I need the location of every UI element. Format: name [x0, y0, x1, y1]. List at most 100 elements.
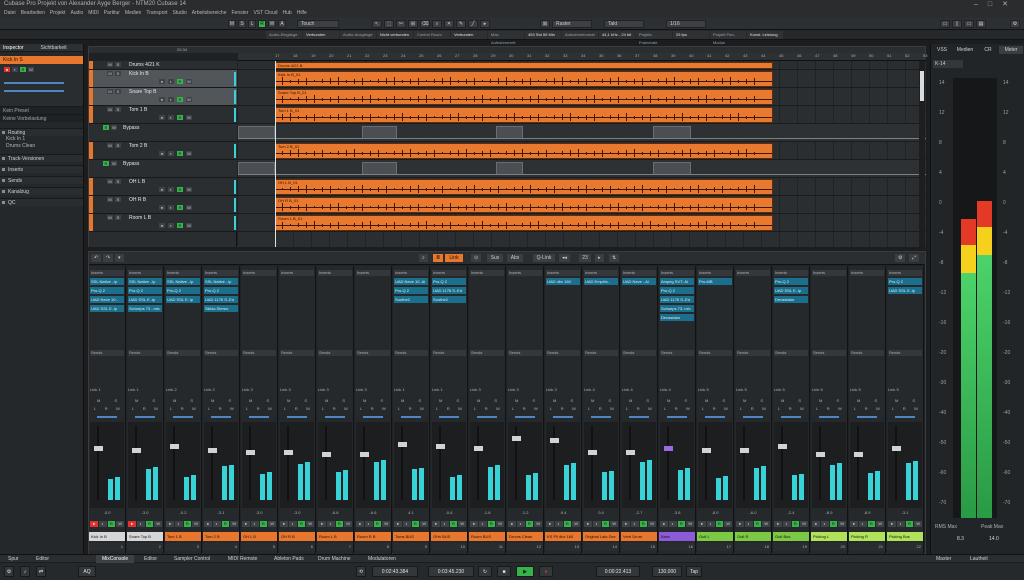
mute-button[interactable]: M — [401, 398, 404, 404]
menu-item[interactable]: Datei — [4, 9, 16, 18]
write-button[interactable]: W — [724, 406, 728, 412]
read-button[interactable]: R — [867, 521, 876, 527]
listen-button[interactable]: L — [132, 406, 134, 412]
channel-name[interactable]: Kick In B — [89, 532, 125, 541]
volume-value[interactable]: -0.2 — [166, 510, 200, 516]
channel-name[interactable]: Verb Drum — [621, 532, 657, 541]
read-button[interactable]: R — [257, 406, 260, 412]
insert-slot[interactable]: Pro-Q 2 — [394, 287, 428, 294]
solo-button[interactable]: S — [152, 398, 155, 404]
tab-editor-left[interactable]: Editor — [30, 555, 55, 563]
write-button[interactable]: W — [458, 521, 466, 527]
insert-slot[interactable]: UAD 1176 S..Ed — [432, 287, 466, 294]
write-button[interactable]: W — [686, 521, 694, 527]
inserts-header[interactable]: Inserts — [394, 270, 428, 276]
read-button[interactable]: R — [865, 406, 868, 412]
insert-slot[interactable]: Pro-Q 2 — [204, 287, 238, 294]
sends-header[interactable]: Sends — [660, 350, 694, 356]
inspector-track-name[interactable]: Kick In S — [0, 56, 83, 64]
read-button[interactable]: R — [677, 521, 686, 527]
volume-value[interactable]: 0.4 — [584, 510, 618, 516]
link-group[interactable]: Link 4 — [584, 387, 618, 393]
solo-button[interactable]: S — [115, 107, 121, 112]
write-button[interactable]: W — [111, 161, 117, 166]
inserts-header[interactable]: Inserts — [660, 270, 694, 276]
loop-icon[interactable]: ⟲ — [356, 566, 366, 577]
insert-slot[interactable]: UAD dbx 160 — [546, 278, 580, 285]
write-button[interactable]: W — [382, 521, 390, 527]
inserts-header[interactable]: Inserts — [166, 270, 200, 276]
read-button[interactable]: R — [675, 406, 678, 412]
write-button[interactable]: W — [762, 406, 766, 412]
inserts-header[interactable]: Inserts — [356, 270, 390, 276]
automation-mode-select[interactable]: Touch — [297, 20, 339, 28]
write-button[interactable]: W — [154, 406, 158, 412]
monitor-button[interactable]: ◐ — [630, 521, 639, 527]
listen-button[interactable]: L — [436, 406, 438, 412]
monitor-icon[interactable]: ◐ — [168, 151, 174, 156]
menu-item[interactable]: Bearbeiten — [21, 9, 45, 18]
pan-slider[interactable] — [135, 416, 155, 418]
track-header[interactable]: Drums 4/21 K MS — [89, 61, 237, 70]
volume-fader[interactable] — [474, 446, 483, 451]
solo-button[interactable]: S — [304, 398, 307, 404]
track-lane[interactable]: Drums 4/21 B — [238, 61, 926, 70]
volume-fader[interactable] — [398, 442, 407, 447]
channel-name[interactable]: Room BUS — [469, 532, 505, 541]
pan-slider[interactable] — [895, 416, 915, 418]
mute-button[interactable]: M — [107, 215, 113, 220]
mute-button[interactable]: M — [173, 398, 176, 404]
read-button[interactable]: R — [827, 406, 830, 412]
read-button[interactable]: R — [177, 151, 183, 156]
write-button[interactable]: W — [186, 205, 192, 210]
solo-button[interactable]: S — [646, 398, 649, 404]
vertical-scrollbar[interactable] — [919, 61, 925, 247]
zoom-tool-icon[interactable]: ⌕ — [432, 20, 442, 28]
listen-button[interactable]: L — [664, 406, 666, 412]
volume-fader[interactable] — [626, 450, 635, 455]
record-button[interactable]: ● — [128, 521, 136, 527]
sends-header[interactable]: Sends — [356, 350, 390, 356]
read-button[interactable]: R — [639, 521, 648, 527]
record-button[interactable]: ● — [736, 521, 744, 527]
track-header[interactable]: OH R B M S ● ◐ R W — [89, 196, 237, 214]
listen-button[interactable]: L — [816, 406, 818, 412]
mute-button[interactable]: M — [515, 398, 518, 404]
solo-button[interactable]: S — [532, 398, 535, 404]
read-button[interactable]: R — [335, 521, 344, 527]
monitor-button[interactable]: ◐ — [250, 521, 259, 527]
sends-header[interactable]: Sends — [736, 350, 770, 356]
write-button[interactable]: W — [154, 521, 162, 527]
volume-value[interactable]: -8.9 — [812, 510, 846, 516]
track-lane[interactable]: Tom 2 B_01 — [238, 142, 926, 160]
listen-button[interactable]: L — [626, 406, 628, 412]
pan-slider[interactable] — [363, 416, 383, 418]
mute-button[interactable]: M — [107, 179, 113, 184]
monitor-button[interactable]: ◐ — [554, 521, 563, 527]
record-icon[interactable]: ● — [159, 151, 165, 156]
volume-value[interactable]: -1.2 — [508, 510, 542, 516]
solo-button[interactable]: S — [266, 398, 269, 404]
write-button[interactable]: W — [496, 406, 500, 412]
monitor-button[interactable]: ◐ — [478, 521, 487, 527]
channel-name[interactable]: KS Pll dbx 160 — [545, 532, 581, 541]
left-locator[interactable]: 0:02:43.384 — [372, 566, 418, 577]
record-button[interactable]: ● — [888, 521, 896, 527]
insert-slot[interactable]: UAD SSL E..ip — [166, 296, 200, 303]
listen-button[interactable]: L — [512, 406, 514, 412]
channel-name[interactable]: Guit L — [697, 532, 733, 541]
inserts-header[interactable]: Inserts — [204, 270, 238, 276]
record-button[interactable]: ● — [546, 521, 554, 527]
read-button[interactable]: R — [637, 406, 640, 412]
volume-fader[interactable] — [854, 452, 863, 457]
monitor-icon[interactable]: ◐ — [168, 223, 174, 228]
inserts-header[interactable]: Inserts — [622, 270, 656, 276]
menu-item[interactable]: Studio — [173, 9, 187, 18]
volume-fader[interactable] — [208, 448, 217, 453]
record-icon[interactable]: ● — [159, 187, 165, 192]
volume-value[interactable]: -3.8 — [660, 510, 694, 516]
channel-name[interactable]: Tom 2 B — [203, 532, 239, 541]
record-icon[interactable]: ● — [159, 205, 165, 210]
mute-button[interactable]: M — [325, 398, 328, 404]
insert-slot[interactable]: Ampeg SVT..Ai — [660, 278, 694, 285]
